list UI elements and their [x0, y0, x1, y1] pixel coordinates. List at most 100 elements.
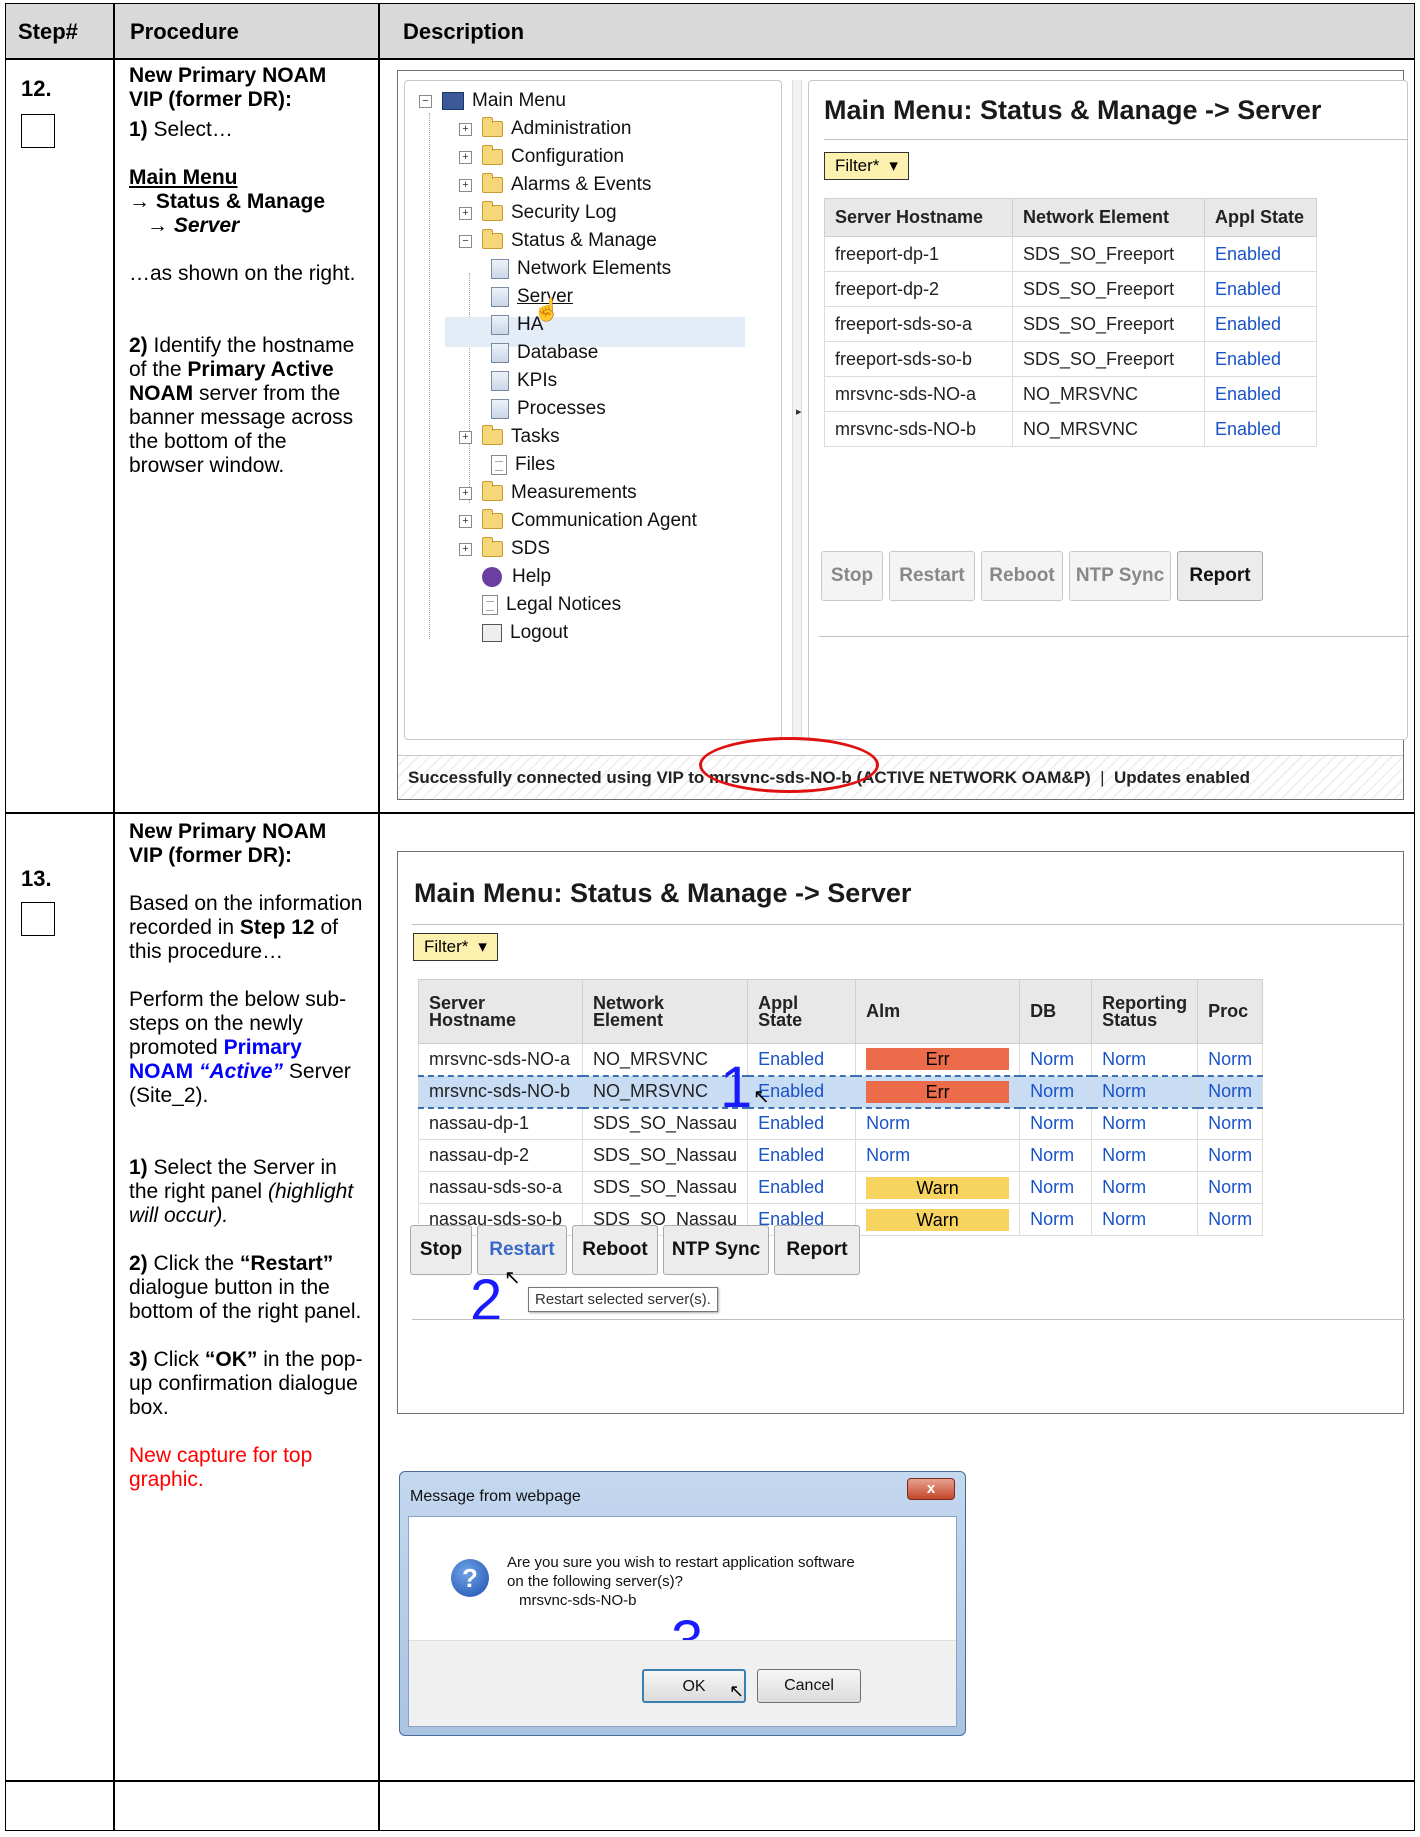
- step-13-number: 13.: [21, 866, 52, 891]
- report-button[interactable]: Report: [1177, 551, 1263, 601]
- expand-icon[interactable]: +: [459, 486, 472, 500]
- table-row[interactable]: mrsvnc-sds-NO-a NO_MRSVNC Enabled Err Norm No…: [418, 1043, 1264, 1076]
- tree-item-ha[interactable]: HA: [491, 311, 543, 339]
- dropdown-arrow-icon: ▾: [478, 937, 487, 956]
- column-header[interactable]: Proc: [1197, 979, 1264, 1044]
- folder-icon: [482, 145, 503, 165]
- step-12-checkbox[interactable]: [21, 114, 55, 148]
- collapse-icon[interactable]: −: [419, 94, 432, 108]
- tree-label: Database: [517, 342, 599, 363]
- tree-item-legal-notices[interactable]: Legal Notices: [459, 591, 621, 619]
- step-13-checkbox[interactable]: [21, 902, 55, 936]
- active-label: “Active”: [199, 1060, 284, 1083]
- tree-item-measurements[interactable]: + Measurements: [459, 479, 637, 507]
- column-header[interactable]: Server Hostname: [824, 198, 1013, 237]
- column-header[interactable]: Alm: [855, 979, 1021, 1044]
- filter-button[interactable]: Filter* ▾: [824, 152, 909, 180]
- table-row[interactable]: freeport-dp-1 SDS_SO_Freeport Enabled: [824, 236, 1317, 272]
- collapse-icon[interactable]: −: [459, 234, 472, 248]
- expand-icon[interactable]: +: [459, 514, 472, 528]
- table-cell: Enabled: [1204, 306, 1317, 342]
- banner-separator: |: [1100, 767, 1105, 787]
- cancel-button[interactable]: Cancel: [757, 1669, 861, 1703]
- collapse-arrow-icon[interactable]: ▸: [796, 405, 802, 418]
- expand-icon[interactable]: +: [459, 178, 472, 192]
- db-cell: Norm: [1019, 1203, 1093, 1236]
- table-cell: freeport-sds-so-a: [824, 306, 1013, 342]
- folder-icon: [482, 117, 503, 137]
- alarm-status-badge: Warn: [866, 1176, 1010, 1199]
- alarm-status-badge: Err: [866, 1048, 1010, 1071]
- tree-item-main-menu[interactable]: − Main Menu: [419, 87, 566, 115]
- proc-cell: Norm: [1197, 1171, 1264, 1204]
- table-row[interactable]: nassau-dp-2 SDS_SO_Nassau Enabled Norm Norm N…: [418, 1139, 1264, 1172]
- column-header[interactable]: Appl State: [747, 979, 857, 1044]
- table-row[interactable]: mrsvnc-sds-NO-b NO_MRSVNC Enabled: [824, 411, 1317, 447]
- tree-item-processes[interactable]: Processes: [491, 395, 606, 423]
- reboot-button[interactable]: Reboot: [572, 1225, 658, 1275]
- tree-item-files[interactable]: Files: [491, 451, 555, 479]
- expand-icon[interactable]: +: [459, 206, 472, 220]
- table-cell: mrsvnc-sds-NO-b: [824, 411, 1013, 447]
- step-marker-2: 2: [470, 1268, 503, 1333]
- tree-label: Administration: [511, 118, 632, 139]
- tree-item-sds[interactable]: + SDS: [459, 535, 550, 563]
- tree-item-administration[interactable]: + Administration: [459, 115, 631, 143]
- stop-button[interactable]: Stop: [410, 1225, 472, 1275]
- table-row[interactable]: nassau-sds-so-a SDS_SO_Nassau Enabled Warn N…: [418, 1171, 1264, 1204]
- close-icon[interactable]: x: [907, 1478, 955, 1500]
- reporting-cell: Norm: [1091, 1074, 1199, 1109]
- pointer-cursor-icon: ↖: [753, 1086, 770, 1108]
- tree-item-security-log[interactable]: + Security Log: [459, 199, 617, 227]
- reboot-button[interactable]: Reboot: [981, 551, 1063, 601]
- sub-step-number: 2): [129, 1252, 148, 1275]
- tree-label: Logout: [510, 622, 569, 643]
- column-header[interactable]: Reporting Status: [1091, 979, 1199, 1044]
- tree-item-alarms-events[interactable]: + Alarms & Events: [459, 171, 651, 199]
- reporting-cell: Norm: [1091, 1171, 1199, 1204]
- expand-icon[interactable]: +: [459, 150, 472, 164]
- ntp-sync-button[interactable]: NTP Sync: [1069, 551, 1171, 601]
- tree-guide: [429, 113, 430, 639]
- tree-item-tasks[interactable]: + Tasks: [459, 423, 560, 451]
- table-row[interactable]: freeport-sds-so-a SDS_SO_Freeport Enabled: [824, 306, 1317, 342]
- tree-item-network-elements[interactable]: Network Elements: [491, 255, 671, 283]
- column-header[interactable]: Server Hostname: [418, 979, 583, 1044]
- expand-icon[interactable]: +: [459, 122, 472, 136]
- tree-label: Tasks: [511, 426, 560, 447]
- restart-button[interactable]: Restart: [889, 551, 975, 601]
- page-icon: [491, 371, 509, 391]
- step-13-procedure: New Primary NOAM VIP (former DR): Based …: [129, 820, 364, 1492]
- column-header[interactable]: Network Element: [581, 979, 749, 1044]
- table-row[interactable]: mrsvnc-sds-NO-a NO_MRSVNC Enabled: [824, 376, 1317, 412]
- ntp-sync-button[interactable]: NTP Sync: [663, 1225, 769, 1275]
- column-header[interactable]: Appl State: [1204, 198, 1317, 237]
- tree-label: Configuration: [511, 146, 625, 167]
- expand-icon[interactable]: +: [459, 430, 472, 444]
- tree-item-communication-agent[interactable]: + Communication Agent: [459, 507, 697, 535]
- column-header[interactable]: Network Element: [1012, 198, 1205, 237]
- table-row[interactable]: freeport-sds-so-b SDS_SO_Freeport Enabled: [824, 341, 1317, 377]
- folder-icon: [482, 509, 503, 529]
- tree-item-help[interactable]: Help: [459, 563, 551, 591]
- expand-icon[interactable]: +: [459, 542, 472, 556]
- report-button[interactable]: Report: [774, 1225, 860, 1275]
- tree-item-status-manage[interactable]: − Status & Manage: [459, 227, 657, 255]
- sub-step-text: Click: [153, 1348, 200, 1371]
- tree-item-logout[interactable]: Logout: [459, 619, 568, 647]
- table-row[interactable]: mrsvnc-sds-NO-b NO_MRSVNC Enabled Err Norm No…: [418, 1074, 1264, 1109]
- filter-button[interactable]: Filter* ▾: [413, 933, 498, 961]
- document-icon: [482, 595, 498, 615]
- pointer-cursor-icon: ↖: [729, 1681, 745, 1701]
- tree-item-server[interactable]: Server: [491, 283, 573, 311]
- stop-button[interactable]: Stop: [821, 551, 883, 601]
- tree-item-kpis[interactable]: KPIs: [491, 367, 557, 395]
- tree-item-configuration[interactable]: + Configuration: [459, 143, 624, 171]
- tree-item-database[interactable]: Database: [491, 339, 598, 367]
- table-row[interactable]: freeport-dp-2 SDS_SO_Freeport Enabled: [824, 271, 1317, 307]
- column-header[interactable]: DB: [1019, 979, 1093, 1044]
- table-row[interactable]: nassau-dp-1 SDS_SO_Nassau Enabled Norm Norm N…: [418, 1107, 1264, 1140]
- main-menu-tree: − Main Menu + Administration + Configuratio…: [404, 80, 782, 740]
- reporting-cell: Norm: [1091, 1043, 1199, 1076]
- tree-guide: [469, 273, 470, 503]
